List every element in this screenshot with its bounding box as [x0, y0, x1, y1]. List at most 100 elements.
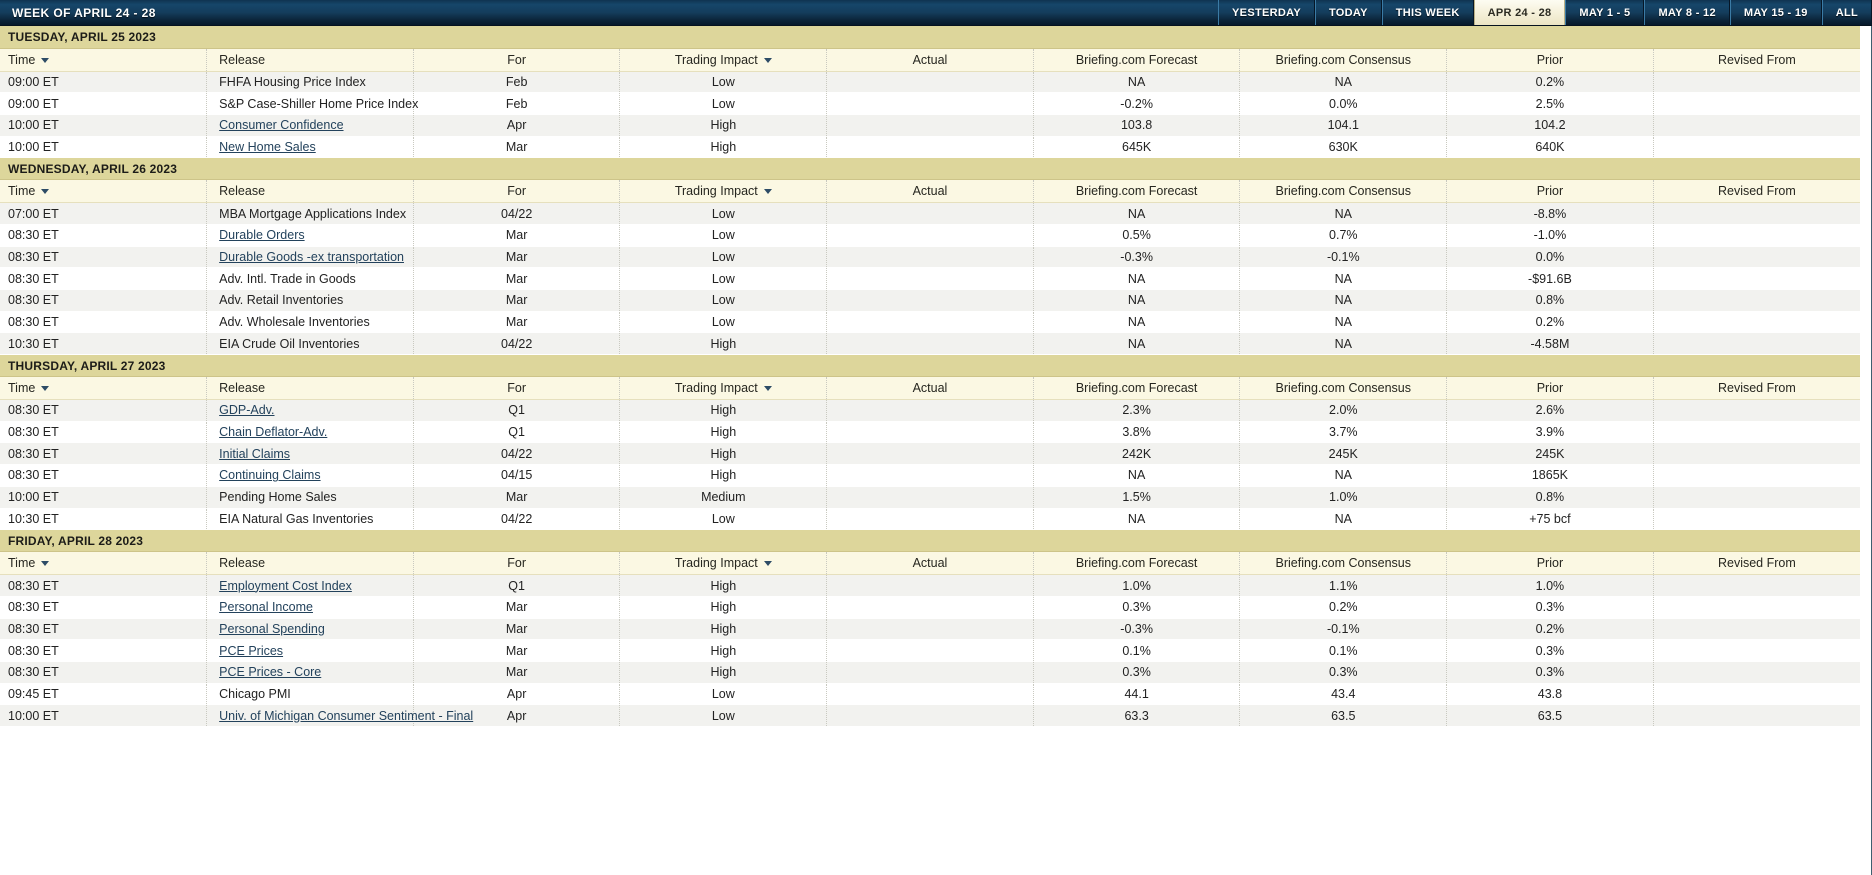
cell-release[interactable]: Chain Deflator-Adv. — [206, 421, 414, 444]
table-row: 08:30 ET Employment Cost Index Q1 High 1.0% 1… — [0, 574, 1860, 597]
cell-trading-impact: Medium — [619, 486, 827, 509]
cell-for: 04/22 — [412, 202, 620, 225]
nav-button-apr-24-28[interactable]: APR 24 - 28 — [1473, 0, 1566, 25]
nav-button-this-week[interactable]: THIS WEEK — [1381, 0, 1474, 25]
nav-button-may-1-5[interactable]: MAY 1 - 5 — [1565, 0, 1645, 25]
cell-forecast: 0.1% — [1032, 639, 1240, 662]
top-bar: WEEK OF APRIL 24 - 28 YESTERDAY TODAY THIS… — [0, 0, 1872, 26]
release-link[interactable]: Personal Spending — [219, 622, 325, 636]
release-link[interactable]: Personal Income — [219, 600, 313, 614]
release-link[interactable]: GDP-Adv. — [219, 403, 274, 417]
release-link[interactable]: Univ. of Michigan Consumer Sentiment - F… — [219, 709, 473, 723]
column-header-trading-impact[interactable]: Trading Impact — [619, 551, 827, 576]
cell-release[interactable]: Personal Income — [206, 596, 414, 619]
cell-release[interactable]: PCE Prices - Core — [206, 661, 414, 684]
cell-prior: 43.8 — [1446, 683, 1654, 706]
column-header-time[interactable]: Time — [0, 48, 207, 72]
day-header: THURSDAY, APRIL 27 2023 — [0, 354, 1860, 378]
cell-for: Mar — [412, 486, 620, 509]
sort-caret-impact-icon[interactable] — [763, 57, 772, 63]
cell-release[interactable]: GDP-Adv. — [206, 399, 414, 422]
nav-button-may-8-12[interactable]: MAY 8 - 12 — [1644, 0, 1730, 25]
release-link[interactable]: Consumer Confidence — [219, 118, 343, 132]
column-header-release[interactable]: Release — [206, 551, 414, 576]
sort-caret-impact-icon[interactable] — [763, 386, 772, 392]
cell-for: Mar — [412, 267, 620, 290]
column-header-time[interactable]: Time — [0, 376, 207, 401]
column-header-forecast: Briefing.com Forecast — [1032, 376, 1240, 401]
table-row: 08:30 ET GDP-Adv. Q1 High 2.3% 2.0% 2.6% — [0, 399, 1860, 422]
cell-actual — [826, 399, 1034, 422]
cell-release[interactable]: Durable Orders — [206, 224, 414, 247]
nav-button-may-15-19[interactable]: MAY 15 - 19 — [1729, 0, 1822, 25]
release-link[interactable]: Employment Cost Index — [219, 579, 352, 593]
cell-release[interactable]: Employment Cost Index — [206, 574, 414, 597]
table-row: 08:30 ET Adv. Retail Inventories Mar Low NA N… — [0, 289, 1860, 312]
sort-caret-impact-icon[interactable] — [763, 561, 772, 567]
cell-revised-from — [1652, 92, 1860, 115]
release-link[interactable]: Initial Claims — [219, 447, 290, 461]
cell-release[interactable]: Consumer Confidence — [206, 114, 414, 137]
cell-consensus: NA — [1239, 332, 1447, 356]
nav-button-today[interactable]: TODAY — [1314, 0, 1382, 25]
cell-trading-impact: High — [619, 136, 827, 159]
nav-button-all[interactable]: ALL — [1821, 0, 1872, 25]
column-header-actual: Actual — [826, 48, 1034, 72]
cell-release: EIA Crude Oil Inventories — [206, 332, 414, 356]
cell-release[interactable]: Continuing Claims — [206, 464, 414, 487]
nav-button-yesterday[interactable]: YESTERDAY — [1218, 0, 1315, 25]
cell-for: 04/22 — [412, 508, 620, 531]
cell-actual — [826, 332, 1034, 356]
cell-for: Apr — [412, 683, 620, 706]
cell-release[interactable]: PCE Prices — [206, 639, 414, 662]
cell-release[interactable]: Personal Spending — [206, 618, 414, 641]
release-link[interactable]: PCE Prices - Core — [219, 665, 321, 679]
column-header-release[interactable]: Release — [206, 48, 414, 72]
table-row: 08:30 ET Chain Deflator-Adv. Q1 High 3.8% 3.7… — [0, 421, 1860, 444]
column-header-release[interactable]: Release — [206, 376, 414, 401]
cell-forecast: 0.5% — [1032, 224, 1240, 247]
calendar-page: TUESDAY, APRIL 25 2023 Time Release For Trad… — [0, 26, 1872, 875]
sort-caret-impact-icon[interactable] — [763, 189, 772, 195]
release-link[interactable]: Durable Goods -ex transportation — [219, 250, 404, 264]
cell-consensus: NA — [1239, 311, 1447, 334]
release-link[interactable]: Chain Deflator-Adv. — [219, 425, 327, 439]
sort-caret-time-icon[interactable] — [41, 561, 50, 567]
sort-caret-time-icon[interactable] — [41, 57, 50, 63]
cell-consensus: 3.7% — [1239, 421, 1447, 444]
cell-for: Feb — [412, 71, 620, 94]
cell-revised-from — [1652, 704, 1860, 727]
day-header-label: WEDNESDAY, APRIL 26 2023 — [0, 157, 1860, 181]
cell-revised-from — [1652, 71, 1860, 94]
column-header-prior: Prior — [1446, 376, 1654, 401]
table-row: 08:30 ET Durable Goods -ex transportation… — [0, 246, 1860, 269]
day-header-label: FRIDAY, APRIL 28 2023 — [0, 529, 1860, 553]
cell-actual — [826, 246, 1034, 269]
cell-prior: 0.8% — [1446, 289, 1654, 312]
release-link[interactable]: PCE Prices — [219, 644, 283, 658]
cell-time: 08:30 ET — [0, 246, 207, 269]
cell-release[interactable]: Durable Goods -ex transportation — [206, 246, 414, 269]
cell-trading-impact: Low — [619, 202, 827, 225]
cell-revised-from — [1652, 246, 1860, 269]
column-header-trading-impact[interactable]: Trading Impact — [619, 48, 827, 72]
column-header-time[interactable]: Time — [0, 179, 207, 204]
column-header-trading-impact[interactable]: Trading Impact — [619, 179, 827, 204]
release-link[interactable]: Durable Orders — [219, 228, 304, 242]
column-header-consensus: Briefing.com Consensus — [1239, 376, 1447, 401]
column-header-time[interactable]: Time — [0, 551, 207, 576]
column-header-release[interactable]: Release — [206, 179, 414, 204]
release-link[interactable]: Continuing Claims — [219, 468, 320, 482]
sort-caret-time-icon[interactable] — [41, 189, 50, 195]
table-row: 10:00 ET New Home Sales Mar High 645K 630K 640… — [0, 136, 1860, 159]
cell-trading-impact: Low — [619, 267, 827, 290]
column-header-trading-impact[interactable]: Trading Impact — [619, 376, 827, 401]
cell-release[interactable]: New Home Sales — [206, 136, 414, 159]
sort-caret-time-icon[interactable] — [41, 386, 50, 392]
cell-trading-impact: Low — [619, 71, 827, 94]
release-link[interactable]: New Home Sales — [219, 140, 316, 154]
table-row: 10:30 ET EIA Crude Oil Inventories 04/22 Hi… — [0, 332, 1860, 356]
cell-consensus: 1.1% — [1239, 574, 1447, 597]
cell-release[interactable]: Univ. of Michigan Consumer Sentiment - F… — [206, 704, 473, 727]
cell-release[interactable]: Initial Claims — [206, 442, 414, 466]
